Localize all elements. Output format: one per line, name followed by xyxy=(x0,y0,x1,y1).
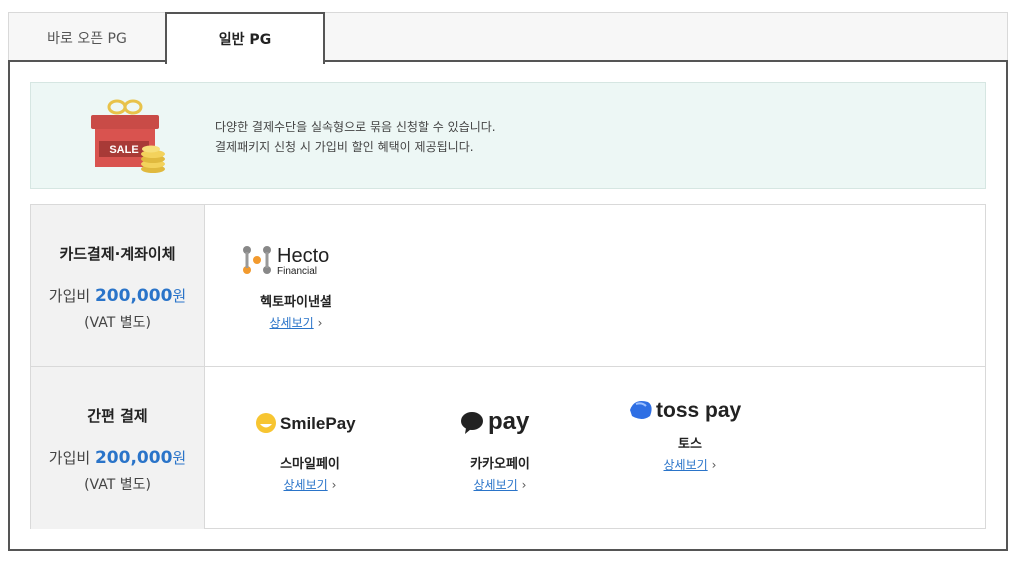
details-link-label: 상세보기 xyxy=(269,316,314,330)
signup-fee: 가입비 200,000원 xyxy=(31,447,204,468)
chevron-right-icon: › xyxy=(521,478,527,492)
smilepay-logo-text: SmilePay xyxy=(280,414,356,433)
provider-hecto: Hecto Financial 헥토파이낸셜 상세보기 › xyxy=(231,241,361,331)
fee-amount: 200,000 xyxy=(94,448,173,468)
hecto-logo-sub: Financial xyxy=(277,266,317,277)
signup-fee: 가입비 200,000원 xyxy=(31,285,204,306)
banner-line-1: 다양한 결제수단을 실속형으로 묶음 신청할 수 있습니다. xyxy=(215,120,496,134)
provider-name: 토스 xyxy=(678,437,702,452)
row-label-cell: 카드결제·계좌이체 가입비 200,000원 (VAT 별도) xyxy=(31,205,205,366)
tab-panel: SALE 다양한 결제수단을 실속형으로 묶음 신청할 수 있습니다. 결제패키… xyxy=(8,60,1008,551)
kakaopay-logo-icon: pay xyxy=(461,408,530,435)
vat-note: (VAT 별도) xyxy=(84,477,151,493)
provider-toss: toss pay 토스 상세보기 › xyxy=(625,391,755,473)
kakaopay-logo-text: pay xyxy=(488,408,530,435)
vat-note: (VAT 별도) xyxy=(84,315,151,331)
tab-instant-open-pg[interactable]: 바로 오픈 PG xyxy=(8,12,166,63)
table-row: 간편 결제 가입비 200,000원 (VAT 별도) SmilePay 스마일… xyxy=(31,367,985,529)
sale-badge-text: SALE xyxy=(109,144,138,156)
chevron-right-icon: › xyxy=(711,458,717,472)
provider-name: 스마일페이 xyxy=(280,457,340,472)
pg-table: 카드결제·계좌이체 가입비 200,000원 (VAT 별도) Hecto Fi… xyxy=(30,204,986,529)
fee-unit: 원 xyxy=(172,287,187,305)
details-link-label: 상세보기 xyxy=(283,478,328,492)
banner-line-2: 결제패키지 신청 시 가입비 할인 혜택이 제공됩니다. xyxy=(215,140,474,154)
tab-bar: 바로 오픈 PG 일반 PG xyxy=(8,12,1008,64)
details-link[interactable]: 상세보기 › xyxy=(284,476,337,493)
tosspay-logo-text: toss pay xyxy=(656,399,742,422)
details-link[interactable]: 상세보기 › xyxy=(270,314,323,331)
provider-name: 카카오페이 xyxy=(470,457,530,472)
sale-gift-icon: SALE xyxy=(91,99,165,173)
fee-prefix: 가입비 xyxy=(48,287,91,305)
banner-text: 다양한 결제수단을 실속형으로 묶음 신청할 수 있습니다. 결제패키지 신청 … xyxy=(215,117,496,157)
hecto-logo: Hecto Financial xyxy=(231,241,361,281)
row-title: 간편 결제 xyxy=(87,407,148,425)
row-label-cell: 간편 결제 가입비 200,000원 (VAT 별도) xyxy=(31,367,205,529)
row-title: 카드결제·계좌이체 xyxy=(59,245,176,263)
fee-amount: 200,000 xyxy=(94,286,173,306)
smilepay-logo-icon: SmilePay xyxy=(256,413,356,433)
tab-general-pg[interactable]: 일반 PG xyxy=(165,12,325,64)
fee-unit: 원 xyxy=(172,449,187,467)
provider-smilepay: SmilePay 스마일페이 상세보기 › xyxy=(245,403,375,493)
tosspay-logo-icon: toss pay xyxy=(630,399,742,422)
hecto-logo-icon: Hecto Financial xyxy=(243,245,329,277)
details-link[interactable]: 상세보기 › xyxy=(664,456,717,473)
kakaopay-logo: pay xyxy=(435,403,565,443)
hecto-logo-text: Hecto xyxy=(277,245,329,267)
details-link-label: 상세보기 xyxy=(663,458,708,472)
provider-name: 헥토파이낸셜 xyxy=(260,295,332,310)
smilepay-logo: SmilePay xyxy=(245,403,375,443)
details-link-label: 상세보기 xyxy=(473,478,518,492)
chevron-right-icon: › xyxy=(331,478,337,492)
chevron-right-icon: › xyxy=(317,316,323,330)
fee-prefix: 가입비 xyxy=(48,449,91,467)
provider-kakaopay: pay 카카오페이 상세보기 › xyxy=(435,403,565,493)
details-link[interactable]: 상세보기 › xyxy=(474,476,527,493)
table-row: 카드결제·계좌이체 가입비 200,000원 (VAT 별도) Hecto Fi… xyxy=(31,205,985,367)
promo-banner: SALE 다양한 결제수단을 실속형으로 묶음 신청할 수 있습니다. 결제패키… xyxy=(30,82,986,189)
tosspay-logo: toss pay xyxy=(625,391,755,431)
